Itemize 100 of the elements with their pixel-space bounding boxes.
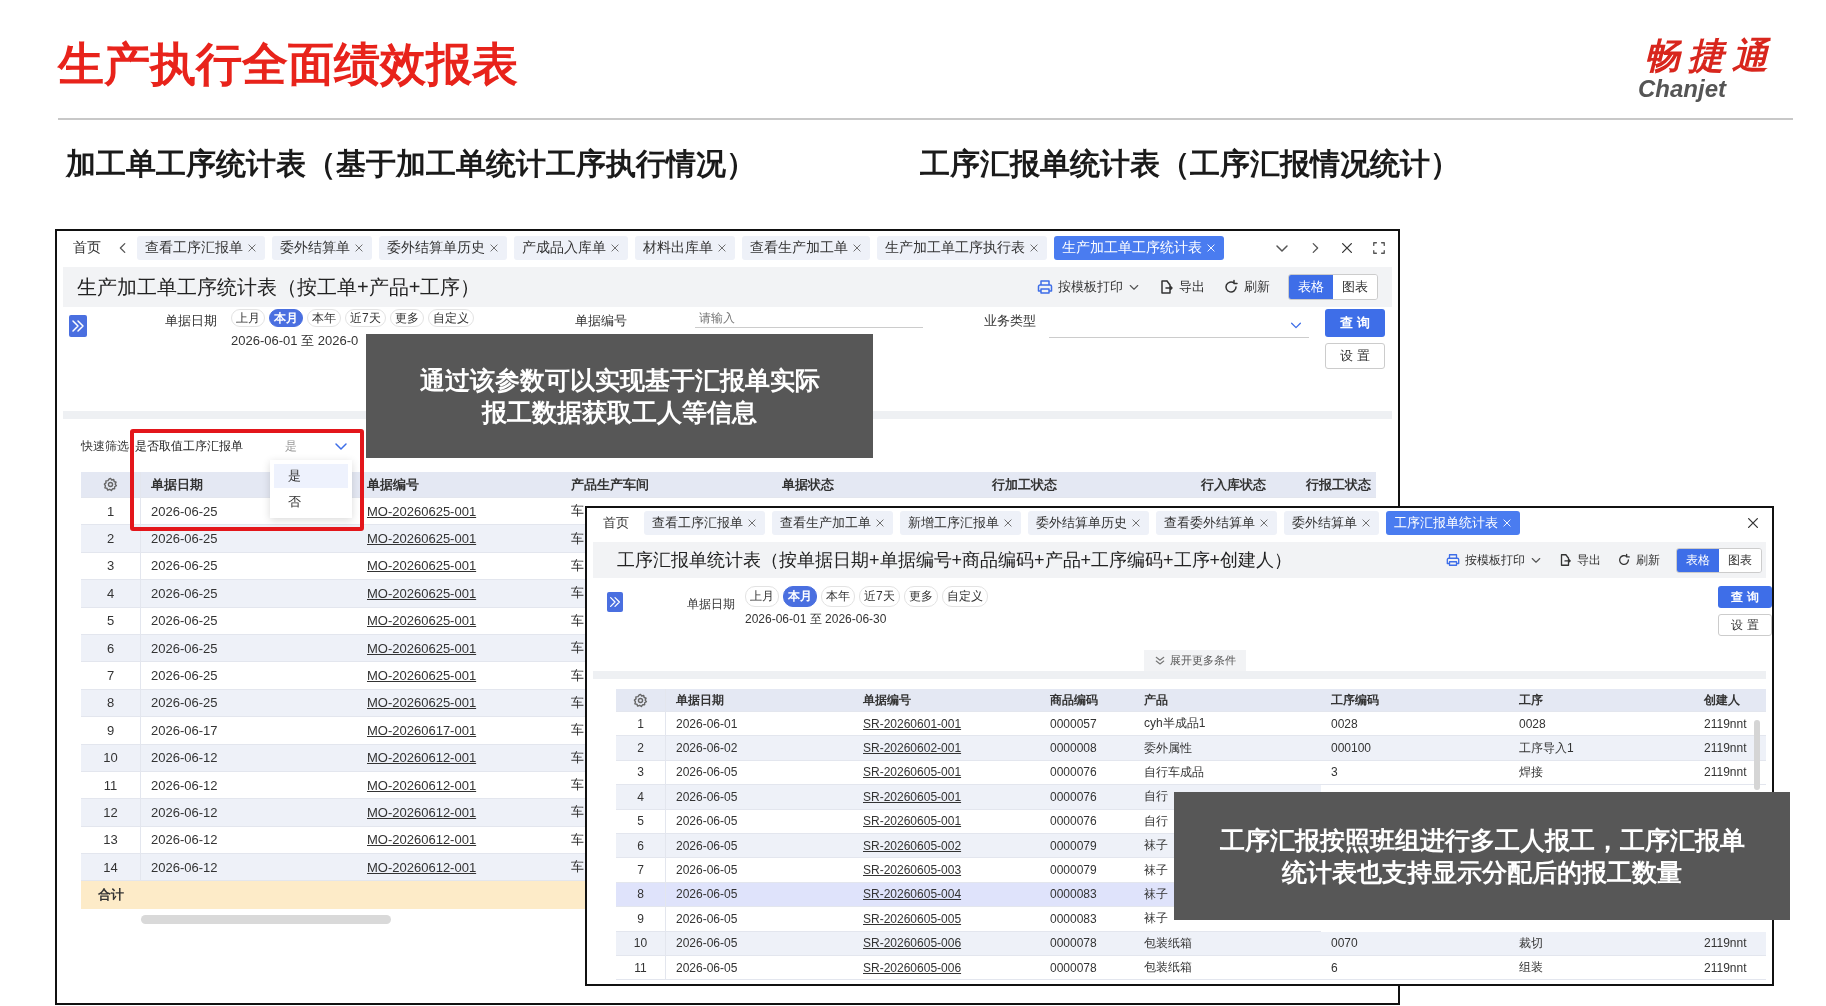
document-link[interactable]: SR-20260605-005 xyxy=(863,911,962,926)
date-preset[interactable]: 更多 xyxy=(903,586,938,607)
row-number: 9 xyxy=(616,907,666,932)
table-cell: 包装纸箱 xyxy=(1134,931,1321,956)
export-button[interactable]: 导出 xyxy=(1558,551,1601,569)
tab[interactable]: 生产加工单工序执行表 xyxy=(877,236,1047,260)
table-cell: 委外属性 xyxy=(1134,736,1321,761)
date-preset[interactable]: 自定义 xyxy=(941,586,988,607)
settings-button[interactable]: 设 置 xyxy=(1325,343,1385,369)
tab[interactable]: 工序汇报单统计表 xyxy=(1386,511,1520,535)
expand-button[interactable] xyxy=(69,315,87,337)
table-cell: 0000083 xyxy=(1040,882,1134,908)
date-preset[interactable]: 本年 xyxy=(307,309,341,327)
close-icon xyxy=(247,243,257,253)
scrollbar[interactable] xyxy=(1754,720,1760,790)
table-cell: 2026-06-05 xyxy=(666,858,853,883)
date-preset[interactable]: 近7天 xyxy=(859,586,900,607)
section-heading: 加工单工序统计表（基于加工单统计工序执行情况） xyxy=(66,146,757,182)
document-link[interactable]: SR-20260605-003 xyxy=(863,863,962,878)
date-preset[interactable]: 更多 xyxy=(389,309,424,327)
refresh-button[interactable]: 刷新 xyxy=(1223,278,1270,296)
tab[interactable]: 首页 xyxy=(65,236,109,260)
tab[interactable]: 委外结算单历史 xyxy=(379,236,507,260)
table-cell: 000100 xyxy=(1321,736,1509,761)
export-icon xyxy=(1158,279,1174,295)
date-preset[interactable]: 近7天 xyxy=(345,309,386,327)
date-preset[interactable]: 本月 xyxy=(269,309,303,327)
date-preset[interactable]: 本年 xyxy=(821,586,855,607)
tab[interactable]: 产成品入库单 xyxy=(514,236,628,260)
document-link[interactable]: MO-20260625-001 xyxy=(367,558,477,574)
table-cell: 0000078 xyxy=(1040,931,1134,956)
table-cell: 0000083 xyxy=(1040,907,1134,932)
close-icon xyxy=(1746,516,1760,530)
document-link[interactable]: MO-20260617-001 xyxy=(367,722,477,738)
column-header: 产品 xyxy=(1134,689,1321,712)
view-toggle[interactable]: 表格 xyxy=(1677,548,1719,572)
tab[interactable]: 查看生产加工单 xyxy=(742,236,870,260)
column-header: 行加工状态 xyxy=(982,472,1191,498)
print-button[interactable]: 按模板打印 xyxy=(1037,278,1140,296)
view-toggle[interactable]: 表格 xyxy=(1289,275,1333,299)
table-cell: 2026-06-17 xyxy=(141,717,351,745)
scrollbar[interactable] xyxy=(141,915,391,925)
document-link[interactable]: MO-20260625-001 xyxy=(367,613,477,629)
tab[interactable]: 委外结算单 xyxy=(272,236,372,260)
column-header: 单据编号 xyxy=(853,689,1040,712)
print-button[interactable]: 按模板打印 xyxy=(1446,551,1542,569)
table-cell: 工序导入1 xyxy=(1509,736,1694,761)
input-field[interactable]: 请输入 xyxy=(695,309,923,328)
document-link[interactable]: MO-20260612-001 xyxy=(367,777,477,793)
document-link[interactable]: SR-20260605-006 xyxy=(863,960,962,975)
column-header: 行报工状态 xyxy=(1296,472,1376,498)
table-cell: 2026-06-25 xyxy=(141,607,351,635)
double-chevron-down-icon xyxy=(1153,654,1166,667)
table-cell: 2026-06-12 xyxy=(141,854,351,882)
close-icon xyxy=(852,243,862,253)
settings-button[interactable]: 设 置 xyxy=(1718,614,1772,636)
logo-mark: 畅捷通 xyxy=(1644,36,1776,76)
date-preset[interactable]: 本月 xyxy=(783,586,817,607)
table-cell: 2026-06-05 xyxy=(666,785,853,810)
document-link[interactable]: MO-20260612-001 xyxy=(367,832,477,848)
expand-conditions-button[interactable]: 展开更多条件 xyxy=(1143,650,1246,671)
refresh-icon xyxy=(1617,553,1631,567)
query-button[interactable]: 查 询 xyxy=(1325,309,1385,337)
refresh-button[interactable]: 刷新 xyxy=(1617,551,1660,569)
tab[interactable]: 查看委外结算单 xyxy=(1156,511,1277,535)
document-link[interactable]: SR-20260605-001 xyxy=(863,814,962,829)
row-number: 6 xyxy=(616,833,666,859)
table-cell: 0070 xyxy=(1321,931,1509,956)
tab[interactable]: 委外结算单历史 xyxy=(1028,511,1149,535)
tab[interactable]: 新增工序汇报单 xyxy=(900,511,1021,535)
row-number: 7 xyxy=(616,858,666,883)
date-preset[interactable]: 上月 xyxy=(745,586,779,607)
date-preset[interactable]: 上月 xyxy=(231,309,265,327)
document-link[interactable]: SR-20260605-001 xyxy=(863,765,962,780)
tab[interactable]: 查看工序汇报单 xyxy=(137,236,265,260)
dropdown-option[interactable]: 是 xyxy=(274,464,348,488)
export-button[interactable]: 导出 xyxy=(1158,278,1205,296)
row-number: 2 xyxy=(616,736,666,761)
close-icon xyxy=(1131,518,1141,528)
document-link[interactable]: MO-20260625-001 xyxy=(367,668,477,684)
tab[interactable]: 委外结算单 xyxy=(1284,511,1379,535)
tab[interactable]: 生产加工单工序统计表 xyxy=(1054,236,1224,260)
tab[interactable]: 查看生产加工单 xyxy=(772,511,893,535)
column-header: 行入库状态 xyxy=(1191,472,1296,498)
document-link[interactable]: SR-20260601-001 xyxy=(863,716,962,731)
document-link[interactable]: MO-20260625-001 xyxy=(367,503,477,519)
tab[interactable]: 材料出库单 xyxy=(635,236,735,260)
table-cell: 6 xyxy=(1321,955,1509,981)
table-cell: 3 xyxy=(1321,760,1509,786)
tab[interactable]: 查看工序汇报单 xyxy=(644,511,765,535)
table-cell: 2026-06-05 xyxy=(666,882,853,908)
row-number: 10 xyxy=(81,744,141,772)
view-toggle[interactable]: 图表 xyxy=(1719,548,1761,572)
view-toggle[interactable]: 图表 xyxy=(1333,275,1377,299)
table-cell: 2026-06-05 xyxy=(666,907,853,932)
close-icon xyxy=(1206,243,1216,253)
date-preset[interactable]: 自定义 xyxy=(427,309,474,327)
row-number: 5 xyxy=(81,607,141,635)
query-button[interactable]: 查 询 xyxy=(1718,586,1772,608)
expand-button[interactable] xyxy=(607,592,623,612)
